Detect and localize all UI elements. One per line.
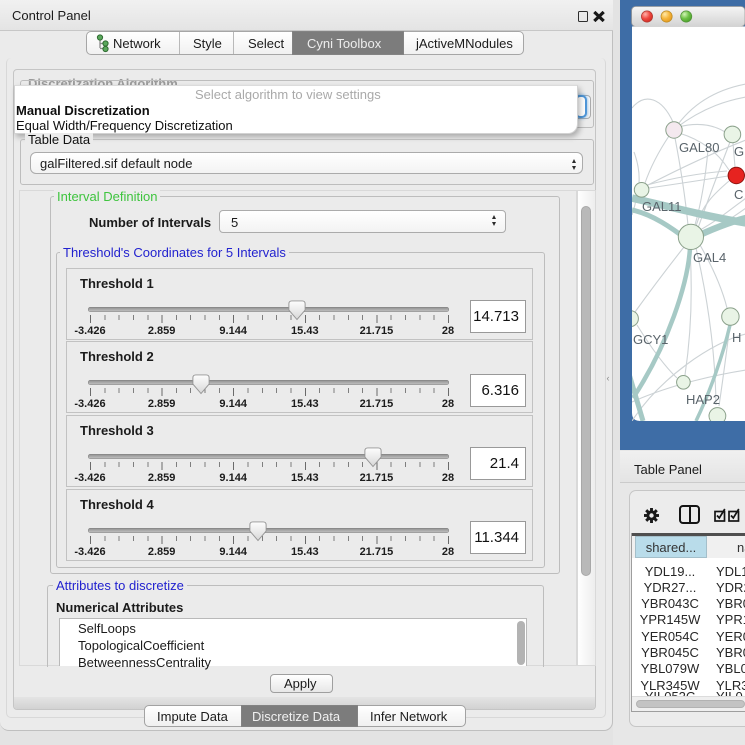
svg-text:GAL11: GAL11	[642, 199, 682, 214]
svg-text:H: H	[732, 330, 741, 345]
svg-text:C: C	[734, 187, 743, 202]
svg-text:GAL4: GAL4	[693, 250, 726, 265]
svg-text:GCY1: GCY1	[633, 332, 668, 347]
svg-text:GAL80: GAL80	[679, 140, 719, 155]
svg-text:HAP2: HAP2	[686, 392, 720, 407]
svg-text:G.: G.	[734, 144, 745, 159]
